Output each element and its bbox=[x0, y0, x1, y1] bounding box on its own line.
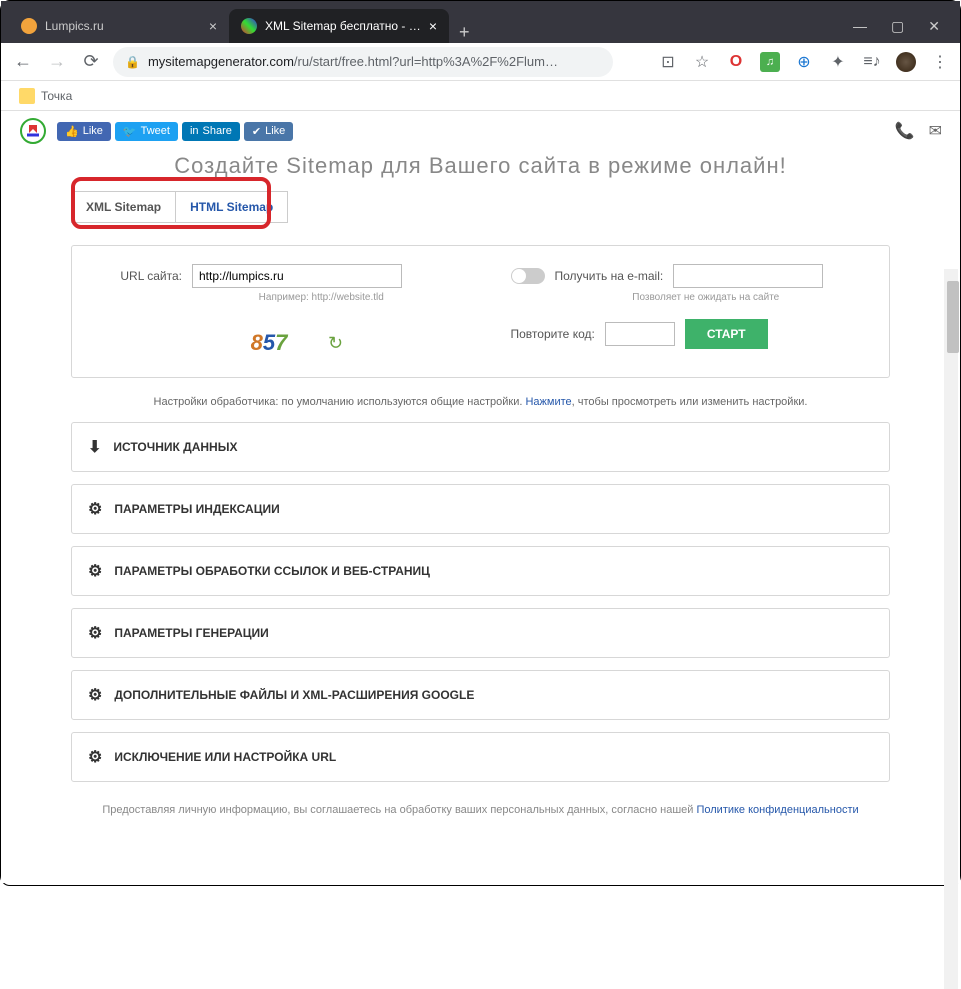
close-icon[interactable]: × bbox=[429, 18, 437, 34]
globe-icon[interactable]: ⊕ bbox=[794, 52, 814, 72]
settings-note: Настройки обработчика: по умолчанию испо… bbox=[1, 396, 960, 408]
url-label: URL сайта: bbox=[104, 269, 182, 283]
new-tab-button[interactable]: + bbox=[449, 22, 480, 43]
menu-icon[interactable]: ⋮ bbox=[930, 52, 950, 72]
gear-icon: ⚙ bbox=[88, 499, 102, 519]
page-title: Создайте Sitemap для Вашего сайта в режи… bbox=[1, 153, 960, 179]
forward-button[interactable]: → bbox=[45, 51, 69, 72]
star-icon[interactable]: ☆ bbox=[692, 52, 712, 72]
opera-icon[interactable]: O bbox=[726, 52, 746, 72]
refresh-captcha-icon[interactable]: ↻ bbox=[328, 333, 343, 354]
bookmark-item[interactable]: Точка bbox=[41, 89, 72, 103]
maximize-button[interactable]: ▢ bbox=[891, 18, 904, 35]
toolbar-extensions: ⊡ ☆ O ♫ ⊕ ✦ ≡♪ ⋮ bbox=[658, 52, 950, 72]
accordion-label: ДОПОЛНИТЕЛЬНЫЕ ФАЙЛЫ И XML-РАСШИРЕНИЯ GO… bbox=[114, 688, 474, 702]
playlist-icon[interactable]: ≡♪ bbox=[862, 52, 882, 72]
settings-link[interactable]: Нажмите bbox=[525, 396, 571, 408]
gear-icon: ⚙ bbox=[88, 623, 102, 643]
minimize-button[interactable]: — bbox=[853, 18, 867, 35]
mail-icon[interactable]: ✉ bbox=[929, 121, 942, 141]
folder-icon bbox=[19, 88, 35, 104]
url-hint: Например: http://website.tld bbox=[192, 292, 451, 303]
accordion-label: ПАРАМЕТРЫ ИНДЕКСАЦИИ bbox=[114, 502, 279, 516]
url-input[interactable] bbox=[192, 264, 402, 288]
tab-xml-sitemap[interactable]: XML Sitemap bbox=[71, 191, 175, 223]
site-header: 👍 Like 🐦 Tweet in Share ✔ Like 📞 ✉ bbox=[1, 111, 960, 151]
reload-button[interactable]: ⟳ bbox=[79, 51, 103, 72]
accordion-generation-params[interactable]: ⚙ ПАРАМЕТРЫ ГЕНЕРАЦИИ bbox=[71, 608, 890, 658]
extensions-icon[interactable]: ✦ bbox=[828, 52, 848, 72]
linkedin-share-button[interactable]: in Share bbox=[182, 122, 240, 141]
tab-favicon bbox=[21, 18, 37, 34]
privacy-link[interactable]: Политике конфиденциальности bbox=[696, 804, 858, 816]
accordion-data-source[interactable]: ⬇ ИСТОЧНИК ДАННЫХ bbox=[71, 422, 890, 472]
back-button[interactable]: ← bbox=[11, 51, 35, 72]
email-hint: Позволяет не ожидать на сайте bbox=[555, 292, 858, 303]
gear-icon: ⚙ bbox=[88, 561, 102, 581]
browser-tab-strip: Lumpics.ru × XML Sitemap бесплатно - Ген… bbox=[1, 1, 960, 43]
social-buttons: 👍 Like 🐦 Tweet in Share ✔ Like bbox=[57, 122, 293, 141]
start-button[interactable]: СТАРТ bbox=[685, 319, 768, 349]
twitter-tweet-button[interactable]: 🐦 Tweet bbox=[115, 122, 178, 141]
scrollbar-track[interactable] bbox=[944, 269, 958, 989]
sitemap-type-tabs: XML Sitemap HTML Sitemap bbox=[71, 191, 890, 223]
captcha-input[interactable] bbox=[605, 322, 675, 346]
accordion-google-xml[interactable]: ⚙ ДОПОЛНИТЕЛЬНЫЕ ФАЙЛЫ И XML-РАСШИРЕНИЯ G… bbox=[71, 670, 890, 720]
bookmarks-bar: Точка bbox=[1, 81, 960, 111]
accordion-link-params[interactable]: ⚙ ПАРАМЕТРЫ ОБРАБОТКИ ССЫЛОК И ВЕБ-СТРАНИ… bbox=[71, 546, 890, 596]
accordion-label: ИСКЛЮЧЕНИЕ ИЛИ НАСТРОЙКА URL bbox=[114, 750, 336, 764]
captcha-label: Повторите код: bbox=[511, 327, 595, 341]
tab-favicon bbox=[241, 18, 257, 34]
browser-tab-lumpics[interactable]: Lumpics.ru × bbox=[9, 9, 229, 43]
browser-tab-sitemap[interactable]: XML Sitemap бесплатно - Генер × bbox=[229, 9, 449, 43]
settings-accordions: ⬇ ИСТОЧНИК ДАННЫХ ⚙ ПАРАМЕТРЫ ИНДЕКСАЦИИ ⚙… bbox=[1, 422, 960, 782]
scrollbar-thumb[interactable] bbox=[947, 281, 959, 353]
email-input[interactable] bbox=[673, 264, 823, 288]
tab-html-sitemap[interactable]: HTML Sitemap bbox=[175, 191, 288, 223]
privacy-footer: Предоставляя личную информацию, вы согла… bbox=[1, 804, 960, 816]
url-text: mysitemapgenerator.com/ru/start/free.htm… bbox=[148, 54, 558, 69]
accordion-indexing-params[interactable]: ⚙ ПАРАМЕТРЫ ИНДЕКСАЦИИ bbox=[71, 484, 890, 534]
phone-icon[interactable]: 📞 bbox=[895, 121, 915, 141]
accordion-label: ПАРАМЕТРЫ ОБРАБОТКИ ССЫЛОК И ВЕБ-СТРАНИЦ bbox=[114, 564, 430, 578]
address-bar: ← → ⟳ 🔒 mysitemapgenerator.com/ru/start/… bbox=[1, 43, 960, 81]
gear-icon: ⚙ bbox=[88, 685, 102, 705]
accordion-label: ПАРАМЕТРЫ ГЕНЕРАЦИИ bbox=[114, 626, 268, 640]
tab-title: XML Sitemap бесплатно - Генер bbox=[265, 19, 421, 33]
avatar[interactable] bbox=[896, 52, 916, 72]
site-logo bbox=[19, 117, 47, 145]
close-icon[interactable]: × bbox=[209, 18, 217, 34]
accordion-label: ИСТОЧНИК ДАННЫХ bbox=[113, 440, 237, 454]
download-icon: ⬇ bbox=[88, 437, 101, 457]
page-content: 👍 Like 🐦 Tweet in Share ✔ Like 📞 ✉ Созда… bbox=[1, 111, 960, 883]
lock-icon: 🔒 bbox=[125, 55, 140, 69]
window-controls: — ▢ ✕ bbox=[853, 18, 952, 43]
vk-like-button[interactable]: ✔ Like bbox=[244, 122, 293, 141]
music-icon[interactable]: ♫ bbox=[760, 52, 780, 72]
generator-form: URL сайта: Например: http://website.tld … bbox=[71, 245, 890, 378]
gear-icon: ⚙ bbox=[88, 747, 102, 767]
captcha-image: 857 bbox=[224, 327, 314, 359]
contact-icons: 📞 ✉ bbox=[895, 121, 942, 141]
email-label: Получить на e-mail: bbox=[555, 269, 664, 283]
accordion-url-exclusion[interactable]: ⚙ ИСКЛЮЧЕНИЕ ИЛИ НАСТРОЙКА URL bbox=[71, 732, 890, 782]
tab-title: Lumpics.ru bbox=[45, 19, 201, 33]
facebook-like-button[interactable]: 👍 Like bbox=[57, 122, 111, 141]
close-button[interactable]: ✕ bbox=[928, 18, 940, 35]
translate-icon[interactable]: ⊡ bbox=[658, 52, 678, 72]
email-toggle[interactable] bbox=[511, 268, 545, 284]
url-input[interactable]: 🔒 mysitemapgenerator.com/ru/start/free.h… bbox=[113, 47, 613, 77]
